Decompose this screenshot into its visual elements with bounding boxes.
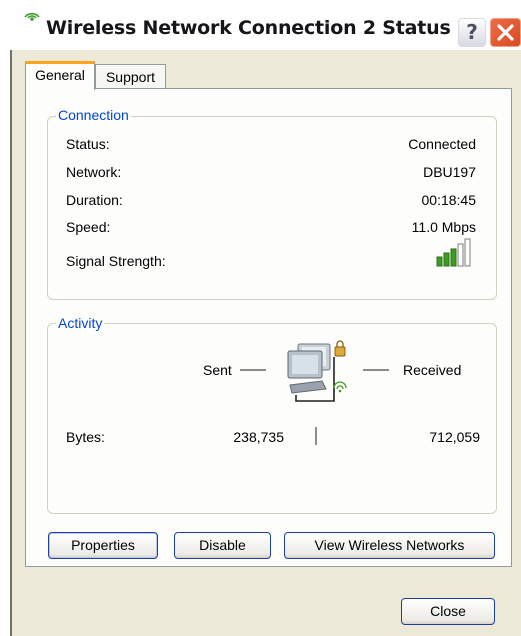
connection-legend: Connection <box>56 107 131 123</box>
signal-bar-2 <box>443 252 450 267</box>
close-button[interactable]: Close <box>401 598 495 625</box>
sent-label: Sent <box>203 362 232 378</box>
title-bar: Wireless Network Connection 2 Status ? <box>0 0 521 50</box>
signal-strength-label: Signal Strength: <box>66 253 166 269</box>
title-close-button[interactable] <box>490 18 521 47</box>
view-wireless-networks-button[interactable]: View Wireless Networks <box>284 532 495 559</box>
duration-value: 00:18:45 <box>421 192 477 208</box>
signal-strength-icon <box>436 238 471 267</box>
tab-general[interactable]: General <box>25 61 95 90</box>
help-icon: ? <box>466 20 478 44</box>
signal-bar-1 <box>436 256 443 267</box>
duration-label: Duration: <box>66 192 123 208</box>
close-icon <box>497 24 514 41</box>
bytes-divider <box>315 427 317 445</box>
disable-button[interactable]: Disable <box>174 532 271 559</box>
window-frame-edge <box>0 50 12 636</box>
signal-bar-5 <box>464 238 471 267</box>
window-title: Wireless Network Connection 2 Status <box>46 17 451 39</box>
status-value: Connected <box>408 136 476 152</box>
speed-value: 11.0 Mbps <box>411 219 476 235</box>
properties-button[interactable]: Properties <box>48 532 158 559</box>
status-label: Status: <box>66 136 110 152</box>
network-label: Network: <box>66 164 122 180</box>
signal-bar-3 <box>450 248 457 267</box>
bytes-sent-value: 238,735 <box>233 429 284 445</box>
wireless-network-icon <box>24 12 40 21</box>
signal-bar-4 <box>457 243 464 267</box>
activity-legend: Activity <box>56 315 105 331</box>
bytes-label: Bytes: <box>66 429 105 445</box>
speed-label: Speed: <box>66 219 111 235</box>
network-value: DBU197 <box>423 164 476 180</box>
tab-support[interactable]: Support <box>95 64 166 91</box>
help-button[interactable]: ? <box>458 18 486 47</box>
network-activity-icon <box>240 340 389 402</box>
bytes-received-value: 712,059 <box>429 429 480 445</box>
